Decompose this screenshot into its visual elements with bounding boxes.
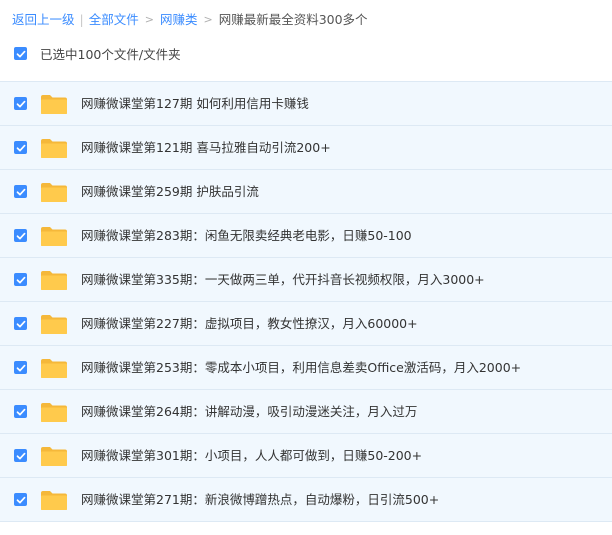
- file-row[interactable]: 网赚微课堂第301期：小项目，人人都可做到，日赚50-200+: [0, 434, 612, 478]
- row-checkbox[interactable]: [14, 273, 27, 286]
- select-all-checkbox[interactable]: [14, 47, 27, 60]
- file-list: 网赚微课堂第127期 如何利用信用卡赚钱 网赚微课堂第121期 喜马拉雅自动引流…: [0, 81, 612, 522]
- folder-icon[interactable]: [40, 490, 68, 511]
- folder-icon[interactable]: [40, 314, 68, 335]
- file-name[interactable]: 网赚微课堂第301期：小项目，人人都可做到，日赚50-200+: [81, 447, 422, 465]
- file-name[interactable]: 网赚微课堂第283期：闲鱼无限卖经典老电影，日赚50-100: [81, 227, 412, 245]
- breadcrumb-arrow-icon: >: [203, 13, 213, 26]
- row-checkbox[interactable]: [14, 493, 27, 506]
- file-row[interactable]: 网赚微课堂第127期 如何利用信用卡赚钱: [0, 82, 612, 126]
- file-row[interactable]: 网赚微课堂第259期 护肤品引流: [0, 170, 612, 214]
- file-row[interactable]: 网赚微课堂第227期：虚拟项目，教女性撩汉，月入60000+: [0, 302, 612, 346]
- file-name[interactable]: 网赚微课堂第253期：零成本小项目，利用信息差卖Office激活码，月入2000…: [81, 359, 521, 377]
- folder-icon[interactable]: [40, 182, 68, 203]
- breadcrumb-divider: |: [79, 12, 84, 27]
- row-checkbox[interactable]: [14, 361, 27, 374]
- file-name[interactable]: 网赚微课堂第127期 如何利用信用卡赚钱: [81, 95, 309, 113]
- folder-icon[interactable]: [40, 138, 68, 159]
- select-all-bar: 已选中100个文件/文件夹: [14, 44, 181, 63]
- row-checkbox[interactable]: [14, 317, 27, 330]
- row-checkbox[interactable]: [14, 97, 27, 110]
- checkmark-icon: [16, 100, 25, 107]
- checkmark-icon: [16, 496, 25, 503]
- current-folder-title: 网赚最新最全资料300多个: [218, 12, 368, 27]
- file-row[interactable]: 网赚微课堂第253期：零成本小项目，利用信息差卖Office激活码，月入2000…: [0, 346, 612, 390]
- checkmark-icon: [16, 320, 25, 327]
- folder-icon[interactable]: [40, 94, 68, 115]
- folder-icon[interactable]: [40, 226, 68, 247]
- breadcrumb: 返回上一级 | 全部文件 > 网赚类 > 网赚最新最全资料300多个: [12, 11, 368, 29]
- checkmark-icon: [16, 452, 25, 459]
- checkmark-icon: [16, 364, 25, 371]
- file-name[interactable]: 网赚微课堂第227期：虚拟项目，教女性撩汉，月入60000+: [81, 315, 418, 333]
- file-row[interactable]: 网赚微课堂第283期：闲鱼无限卖经典老电影，日赚50-100: [0, 214, 612, 258]
- file-name[interactable]: 网赚微课堂第335期：一天做两三单，代开抖音长视频权限，月入3000+: [81, 271, 485, 289]
- file-row[interactable]: 网赚微课堂第335期：一天做两三单，代开抖音长视频权限，月入3000+: [0, 258, 612, 302]
- row-checkbox[interactable]: [14, 229, 27, 242]
- file-row[interactable]: 网赚微课堂第121期 喜马拉雅自动引流200+: [0, 126, 612, 170]
- row-checkbox[interactable]: [14, 449, 27, 462]
- selection-count-label: 已选中100个文件/文件夹: [40, 47, 181, 62]
- all-files-link[interactable]: 全部文件: [89, 11, 139, 29]
- file-name[interactable]: 网赚微课堂第121期 喜马拉雅自动引流200+: [81, 139, 331, 157]
- checkmark-icon: [16, 188, 25, 195]
- checkmark-icon: [16, 232, 25, 239]
- checkmark-icon: [16, 144, 25, 151]
- row-checkbox[interactable]: [14, 405, 27, 418]
- folder-icon[interactable]: [40, 446, 68, 467]
- file-row[interactable]: 网赚微课堂第264期：讲解动漫，吸引动漫迷关注，月入过万: [0, 390, 612, 434]
- checkmark-icon: [16, 276, 25, 283]
- back-link[interactable]: 返回上一级: [12, 11, 75, 29]
- file-name[interactable]: 网赚微课堂第271期：新浪微博蹭热点，自动爆粉，日引流500+: [81, 491, 439, 509]
- folder-icon[interactable]: [40, 402, 68, 423]
- file-name[interactable]: 网赚微课堂第259期 护肤品引流: [81, 183, 259, 201]
- file-name[interactable]: 网赚微课堂第264期：讲解动漫，吸引动漫迷关注，月入过万: [81, 403, 417, 421]
- row-checkbox[interactable]: [14, 185, 27, 198]
- breadcrumb-arrow-icon: >: [144, 13, 154, 26]
- category-link[interactable]: 网赚类: [160, 11, 198, 29]
- folder-icon[interactable]: [40, 358, 68, 379]
- file-row[interactable]: 网赚微课堂第271期：新浪微博蹭热点，自动爆粉，日引流500+: [0, 478, 612, 522]
- checkmark-icon: [16, 50, 25, 57]
- folder-icon[interactable]: [40, 270, 68, 291]
- row-checkbox[interactable]: [14, 141, 27, 154]
- checkmark-icon: [16, 408, 25, 415]
